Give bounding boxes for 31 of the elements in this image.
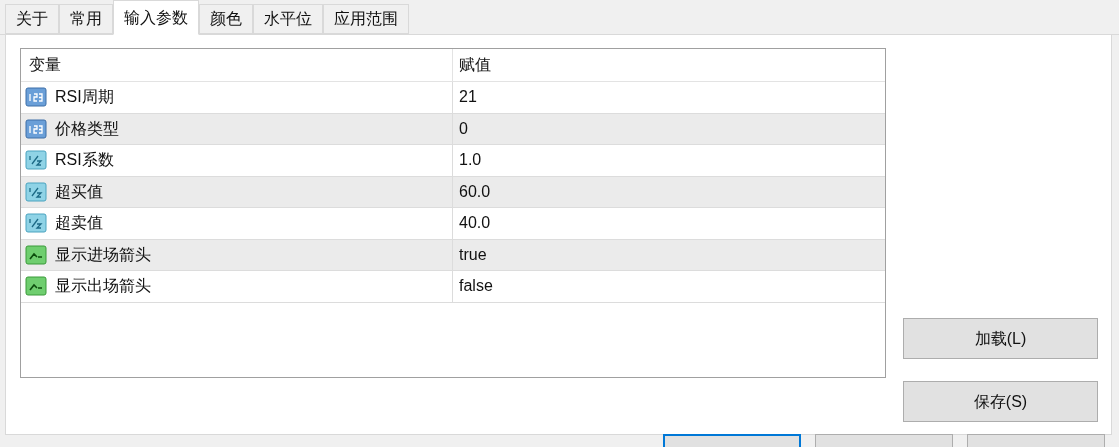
parameter-name: 显示进场箭头 [55, 244, 151, 265]
parameter-value[interactable]: 21 [453, 82, 885, 113]
column-header[interactable]: 变量 [21, 49, 453, 81]
boolean-type-icon [25, 243, 47, 266]
integer-type-icon [25, 86, 47, 109]
parameter-value[interactable]: 40.0 [453, 208, 885, 239]
parameter-name: RSI系数 [55, 150, 114, 171]
dialog-button[interactable]: 加载(L) [903, 318, 1098, 359]
tab[interactable]: 颜色 [199, 4, 253, 34]
column-header[interactable]: 赋值 [453, 49, 885, 81]
tab[interactable]: 关于 [5, 4, 59, 34]
parameter-name: 显示出场箭头 [55, 276, 151, 297]
parameter-value[interactable]: 0 [453, 113, 885, 144]
integer-type-icon [25, 117, 47, 140]
parameter-name: RSI周期 [55, 87, 114, 108]
parameter-value[interactable]: 1.0 [453, 145, 885, 176]
parameter-value[interactable]: 60.0 [453, 176, 885, 207]
parameter-name: 价格类型 [55, 118, 119, 139]
tab[interactable]: 常用 [59, 4, 113, 34]
parameter-name: 超买值 [55, 181, 103, 202]
decimal-type-icon [25, 180, 47, 203]
decimal-type-icon [25, 212, 47, 235]
tab[interactable]: 应用范围 [323, 4, 409, 34]
parameter-value[interactable]: true [453, 239, 885, 270]
parameter-value[interactable]: false [453, 271, 885, 302]
boolean-type-icon [25, 275, 47, 298]
tab[interactable]: 水平位 [253, 4, 323, 34]
decimal-type-icon [25, 149, 47, 172]
parameter-name: 超卖值 [55, 213, 103, 234]
dialog-button[interactable]: 保存(S) [903, 381, 1098, 422]
tab[interactable]: 输入参数 [113, 0, 199, 35]
